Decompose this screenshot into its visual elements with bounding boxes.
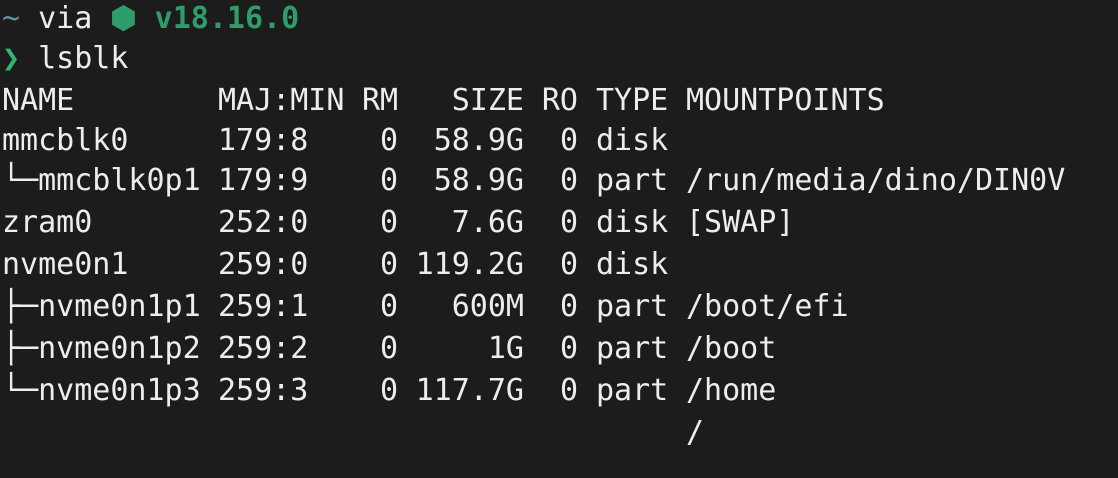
device-readonly: 0 <box>559 331 578 366</box>
via-label: via <box>38 1 93 36</box>
device-type: disk <box>596 247 669 282</box>
device-size <box>398 412 524 454</box>
terminal-window[interactable]: ~ via ⬢ v18.16.0 ❯ lsblk NAME MAJ:MIN RM… <box>0 0 1118 478</box>
device-removable: 0 <box>379 289 398 324</box>
header-ro: RO <box>541 83 578 118</box>
table-row: nvme0n1 259:0 0 119.2G 0 disk <box>2 244 1118 286</box>
table-row: ├─nvme0n1p2 259:2 0 1G 0 part/boot <box>2 328 1118 370</box>
device-size: 1G <box>487 331 524 366</box>
table-row: zram0 252:0 0 7.6G 0 disk [SWAP] <box>2 202 1118 244</box>
device-mountpoint: /run/media/dino/DIN0V <box>686 163 1066 198</box>
device-name: mmcblk0 <box>2 122 218 160</box>
header-type: TYPE <box>596 83 669 118</box>
device-readonly: 0 <box>559 205 578 240</box>
tree-branch-glyph: ├─ <box>2 289 39 324</box>
device-name: ├─nvme0n1p2 <box>2 328 218 370</box>
device-name-text: nvme0n1 <box>2 247 129 282</box>
table-row: ├─nvme0n1p1 259:1 0 600M 0 part/boot/efi <box>2 286 1118 328</box>
device-removable: 0 <box>379 247 398 282</box>
prompt-symbol: ❯ <box>2 41 21 76</box>
device-name: ├─nvme0n1p1 <box>2 286 218 328</box>
device-size: 117.7G <box>415 373 524 408</box>
device-name: └─nvme0n1p3 <box>2 370 218 412</box>
device-readonly <box>524 412 578 454</box>
device-name-text: nvme0n1p3 <box>38 373 201 408</box>
device-readonly: 0 <box>559 163 578 198</box>
device-readonly: 0 <box>559 123 578 158</box>
device-removable: 0 <box>379 123 398 158</box>
device-majmin: 259:0 <box>218 247 309 282</box>
device-readonly: 0 <box>559 247 578 282</box>
device-name <box>2 412 218 454</box>
device-size: 58.9G <box>433 123 524 158</box>
device-size: 600M <box>451 289 524 324</box>
device-type: part <box>596 289 669 324</box>
device-mountpoint: [SWAP] <box>686 205 795 240</box>
device-name-text: mmcblk0 <box>2 123 129 158</box>
table-row: └─nvme0n1p3 259:3 0 117.7G 0 part/home <box>2 370 1118 412</box>
header-mountpoints: MOUNTPOINTS <box>686 83 885 118</box>
current-directory: ~ <box>2 1 21 36</box>
device-removable: 0 <box>379 205 398 240</box>
device-majmin: 179:9 <box>218 163 309 198</box>
command-line[interactable]: ❯ lsblk <box>2 38 1118 80</box>
table-row: / <box>2 412 1118 454</box>
device-name-text: nvme0n1p2 <box>38 331 201 366</box>
device-name: nvme0n1 <box>2 244 218 286</box>
device-size: 58.9G <box>433 163 524 198</box>
device-removable: 0 <box>379 373 398 408</box>
device-majmin: 259:1 <box>218 289 309 324</box>
table-row: └─mmcblk0p1 179:9 0 58.9G 0 part/run/media/di… <box>2 160 1118 202</box>
device-majmin: 179:8 <box>218 123 309 158</box>
header-majmin: MAJ:MIN <box>218 83 345 118</box>
device-name: zram0 <box>2 202 218 244</box>
device-name-text: nvme0n1p1 <box>38 289 201 324</box>
device-name: └─mmcblk0p1 <box>2 160 218 202</box>
device-majmin: 259:3 <box>218 373 309 408</box>
device-majmin: 252:0 <box>218 205 309 240</box>
device-name-text: mmcblk0p1 <box>38 163 201 198</box>
header-name: NAME <box>2 83 75 118</box>
device-type: part <box>596 331 669 366</box>
table-header-row: NAME MAJ:MIN RM SIZE RO TYPE MOUNTPOINTS <box>2 80 1118 122</box>
node-version: v18.16.0 <box>154 1 300 36</box>
device-readonly: 0 <box>559 373 578 408</box>
tree-branch-glyph: └─ <box>2 373 39 408</box>
device-name-text: zram0 <box>2 205 93 240</box>
device-mountpoint: / <box>686 415 705 450</box>
prompt-info-line: ~ via ⬢ v18.16.0 <box>2 0 1118 38</box>
tree-branch-glyph: └─ <box>2 163 39 198</box>
device-mountpoint: /home <box>686 373 777 408</box>
header-size: SIZE <box>451 83 524 118</box>
device-readonly: 0 <box>559 289 578 324</box>
device-type: part <box>596 163 669 198</box>
header-rm: RM <box>362 83 399 118</box>
tree-branch-glyph: ├─ <box>2 331 39 366</box>
device-type <box>578 412 686 454</box>
device-type: disk <box>596 123 669 158</box>
device-majmin: 259:2 <box>218 331 309 366</box>
device-type: disk <box>596 205 669 240</box>
device-removable <box>362 412 398 454</box>
device-majmin <box>218 412 362 454</box>
device-mountpoint: /boot/efi <box>686 289 849 324</box>
nodejs-icon: ⬢ <box>110 1 137 36</box>
device-removable: 0 <box>379 163 398 198</box>
command-text: lsblk <box>38 41 129 76</box>
device-size: 7.6G <box>451 205 524 240</box>
table-row: mmcblk0 179:8 0 58.9G 0 disk <box>2 122 1118 160</box>
device-removable: 0 <box>379 331 398 366</box>
device-table-body: mmcblk0 179:8 0 58.9G 0 disk └─mmcblk0p1 179:9 0… <box>2 122 1118 454</box>
device-mountpoint: /boot <box>686 331 777 366</box>
device-size: 119.2G <box>415 247 524 282</box>
device-type: part <box>596 373 669 408</box>
